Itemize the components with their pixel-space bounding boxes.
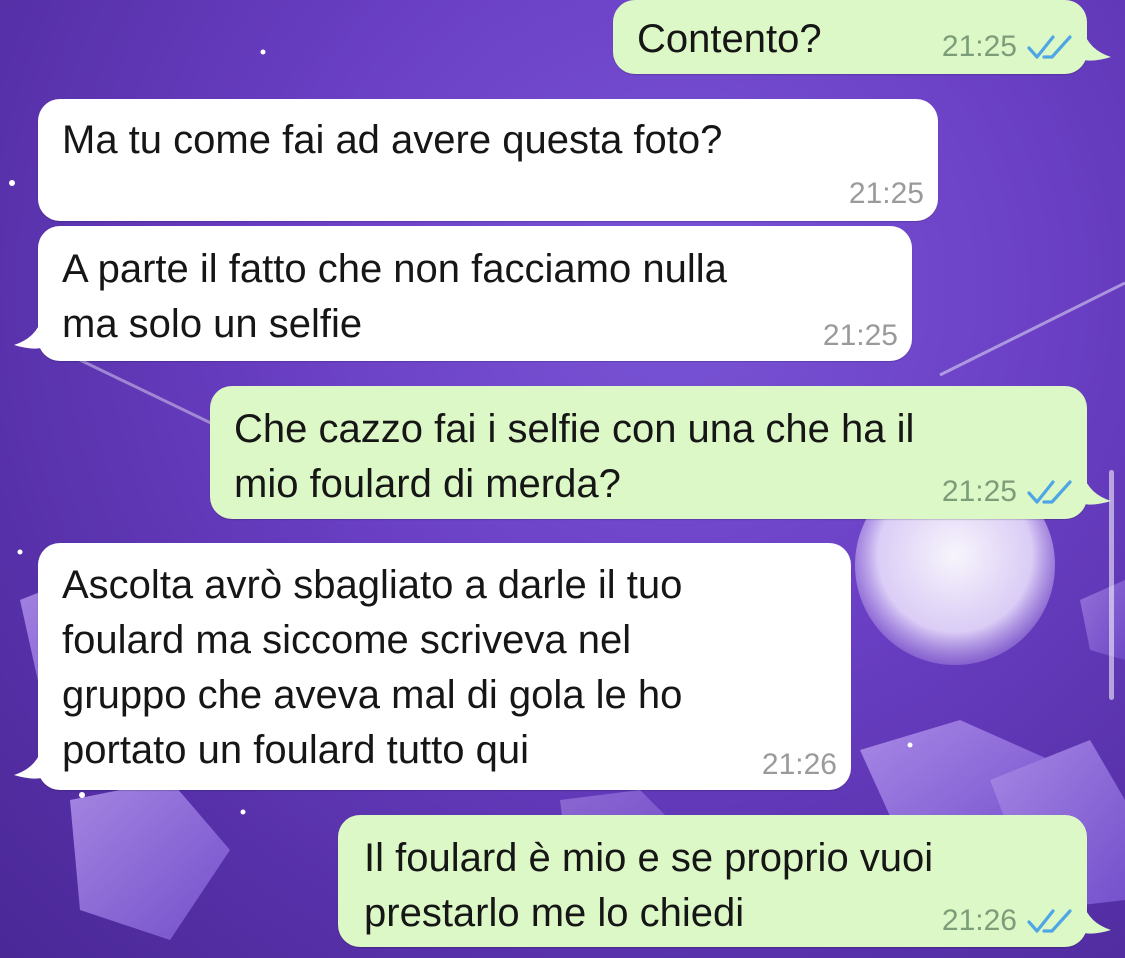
message-text: Contento? [637,17,822,61]
message-text: mio foulard di merda? [234,462,621,506]
double-check-icon [1027,35,1072,59]
message-meta: 21:25 [849,177,924,211]
message-text: portato un foulard tutto qui [62,728,529,772]
bubble-tail [14,748,42,779]
message-text: Ma tu come fai ad avere questa foto? [62,118,723,162]
message-bubble-outgoing[interactable]: Il foulard è mio e se proprio vuoi prest… [338,815,1111,947]
message-text: Ascolta avrò sbagliato a darle il tuo [62,563,683,607]
message-text: prestarlo me lo chiedi [364,891,745,935]
message-timestamp: 21:25 [941,30,1017,63]
message-meta: 21:25 [823,319,898,353]
message-bubble-incoming[interactable]: Ma tu come fai ad avere questa foto? 21:… [38,99,938,221]
message-meta: 21:26 [942,904,1073,938]
shooting-star-decoration [79,358,216,427]
message-bubble-outgoing[interactable]: Che cazzo fai i selfie con una che ha il… [210,386,1111,519]
message-timestamp: 21:25 [941,475,1017,508]
message-timestamp: 21:26 [761,748,837,781]
message-timestamp: 21:26 [941,904,1017,937]
message-text: Il foulard è mio e se proprio vuoi [364,836,934,880]
message-timestamp: 21:25 [848,177,924,210]
message-timestamp: 21:25 [822,319,898,352]
message-bubble-outgoing[interactable]: Contento? 21:25 [613,0,1111,74]
message-text: Che cazzo fai i selfie con una che ha il [234,407,915,451]
message-text: ma solo un selfie [62,302,363,346]
message-bubble-incoming[interactable]: A parte il fatto che non facciamo nulla … [14,226,912,361]
message-meta: 21:25 [942,30,1073,64]
double-check-icon [1027,480,1072,504]
message-bubble-incoming[interactable]: Ascolta avrò sbagliato a darle il tuo fo… [14,543,851,790]
message-text: gruppo che aveva mal di gola le ho [62,673,683,717]
shooting-star-decoration [939,281,1125,377]
message-meta: 21:26 [762,748,837,782]
bubble-tail [1083,30,1111,61]
bubble-tail [1083,903,1111,934]
double-check-icon [1027,909,1072,933]
message-text: foulard ma siccome scriveva nel [62,618,632,662]
message-text: A parte il fatto che non facciamo nulla [62,247,727,291]
message-meta: 21:25 [942,475,1073,509]
scrollbar[interactable] [1109,470,1114,700]
bubble-tail [14,318,42,349]
